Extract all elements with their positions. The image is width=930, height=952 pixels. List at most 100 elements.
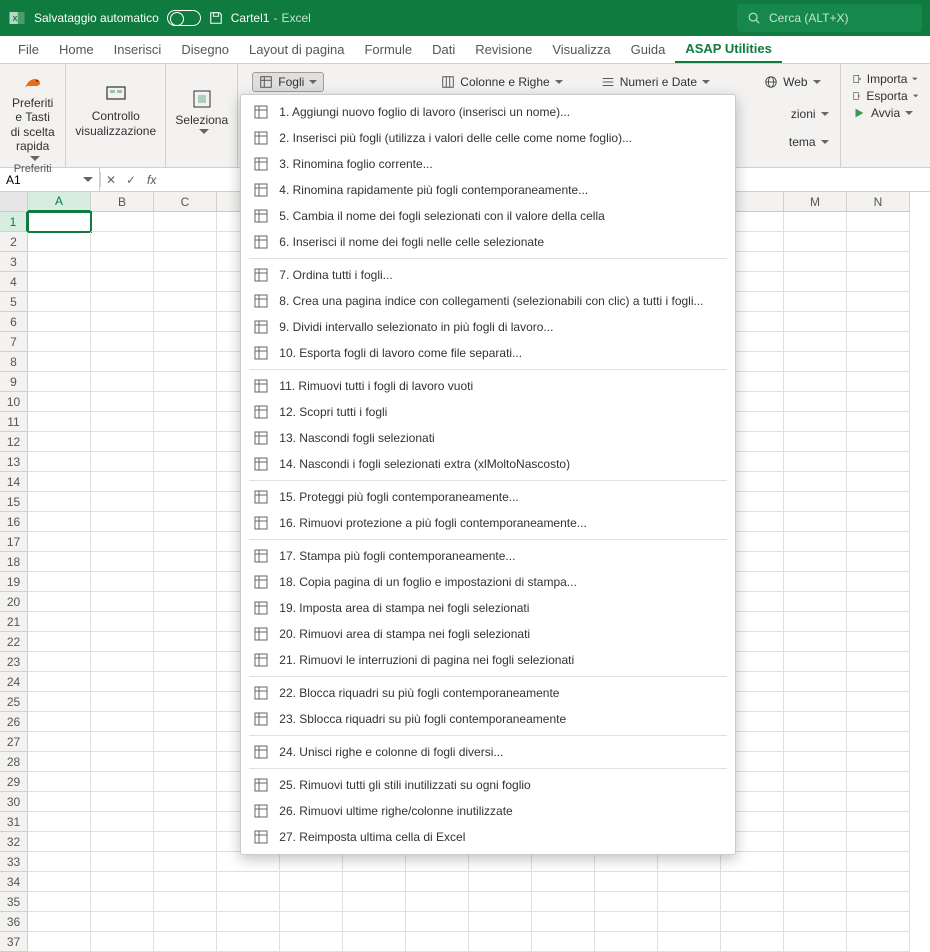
cell[interactable]	[91, 732, 154, 752]
fogli-button[interactable]: Fogli	[252, 72, 324, 92]
cell[interactable]	[28, 472, 91, 492]
cell[interactable]	[154, 792, 217, 812]
tab-visualizza[interactable]: Visualizza	[542, 36, 620, 63]
cell[interactable]	[721, 872, 784, 892]
cell[interactable]	[406, 852, 469, 872]
cell[interactable]	[784, 572, 847, 592]
cell[interactable]	[28, 932, 91, 952]
cell[interactable]	[721, 932, 784, 952]
cell[interactable]	[784, 212, 847, 232]
cell[interactable]	[784, 592, 847, 612]
cell[interactable]	[91, 852, 154, 872]
cell[interactable]	[28, 792, 91, 812]
menu-item[interactable]: 10. Esporta fogli di lavoro come file se…	[241, 340, 735, 366]
cell[interactable]	[847, 592, 910, 612]
cell[interactable]	[784, 252, 847, 272]
cell[interactable]	[784, 712, 847, 732]
cell[interactable]	[847, 752, 910, 772]
column-header[interactable]: A	[28, 192, 91, 212]
row-header[interactable]: 17	[0, 532, 28, 552]
cell[interactable]	[28, 212, 91, 232]
menu-item[interactable]: 13. Nascondi fogli selezionati	[241, 425, 735, 451]
row-header[interactable]: 37	[0, 932, 28, 952]
cell[interactable]	[847, 692, 910, 712]
cell[interactable]	[91, 552, 154, 572]
row-header[interactable]: 26	[0, 712, 28, 732]
cell[interactable]	[721, 892, 784, 912]
cell[interactable]	[28, 872, 91, 892]
tab-revisione[interactable]: Revisione	[465, 36, 542, 63]
menu-item[interactable]: 16. Rimuovi protezione a più fogli conte…	[241, 510, 735, 536]
cell[interactable]	[154, 392, 217, 412]
cell[interactable]	[91, 492, 154, 512]
cell[interactable]	[154, 892, 217, 912]
tab-home[interactable]: Home	[49, 36, 104, 63]
row-header[interactable]: 5	[0, 292, 28, 312]
row-header[interactable]: 1	[0, 212, 28, 232]
cell[interactable]	[91, 872, 154, 892]
cell[interactable]	[595, 912, 658, 932]
cell[interactable]	[784, 932, 847, 952]
cell[interactable]	[784, 432, 847, 452]
cell[interactable]	[847, 892, 910, 912]
cell[interactable]	[343, 912, 406, 932]
cell[interactable]	[343, 892, 406, 912]
cell[interactable]	[28, 632, 91, 652]
cell[interactable]	[154, 312, 217, 332]
tab-formule[interactable]: Formule	[354, 36, 422, 63]
cell[interactable]	[280, 852, 343, 872]
cell[interactable]	[91, 752, 154, 772]
menu-item[interactable]: 20. Rimuovi area di stampa nei fogli sel…	[241, 621, 735, 647]
cell[interactable]	[28, 232, 91, 252]
row-header[interactable]: 25	[0, 692, 28, 712]
cell[interactable]	[847, 332, 910, 352]
cell[interactable]	[343, 932, 406, 952]
cell[interactable]	[28, 652, 91, 672]
cell[interactable]	[217, 892, 280, 912]
row-header[interactable]: 28	[0, 752, 28, 772]
cell[interactable]	[532, 872, 595, 892]
cell[interactable]	[343, 872, 406, 892]
cell[interactable]	[532, 892, 595, 912]
menu-item[interactable]: 19. Imposta area di stampa nei fogli sel…	[241, 595, 735, 621]
cell[interactable]	[154, 852, 217, 872]
cell[interactable]	[784, 532, 847, 552]
row-header[interactable]: 32	[0, 832, 28, 852]
cell[interactable]	[847, 732, 910, 752]
cell[interactable]	[91, 792, 154, 812]
cell[interactable]	[847, 312, 910, 332]
column-header[interactable]: B	[91, 192, 154, 212]
tab-inserisci[interactable]: Inserisci	[104, 36, 172, 63]
cell[interactable]	[91, 392, 154, 412]
row-header[interactable]: 2	[0, 232, 28, 252]
cell[interactable]	[658, 892, 721, 912]
cell[interactable]	[154, 212, 217, 232]
cell[interactable]	[91, 212, 154, 232]
colonne-button[interactable]: Colonne e Righe	[434, 72, 569, 92]
menu-item[interactable]: 21. Rimuovi le interruzioni di pagina ne…	[241, 647, 735, 673]
cell[interactable]	[91, 912, 154, 932]
cell[interactable]	[784, 412, 847, 432]
cell[interactable]	[154, 412, 217, 432]
chevron-down-icon[interactable]	[83, 177, 93, 182]
cell[interactable]	[595, 932, 658, 952]
cell[interactable]	[154, 652, 217, 672]
cell[interactable]	[406, 872, 469, 892]
cell[interactable]	[154, 692, 217, 712]
cell[interactable]	[784, 352, 847, 372]
cell[interactable]	[91, 612, 154, 632]
cell[interactable]	[847, 652, 910, 672]
cell[interactable]	[343, 852, 406, 872]
cell[interactable]	[280, 872, 343, 892]
cell[interactable]	[847, 392, 910, 412]
cell[interactable]	[847, 452, 910, 472]
row-header[interactable]: 23	[0, 652, 28, 672]
menu-item[interactable]: 8. Crea una pagina indice con collegamen…	[241, 288, 735, 314]
menu-item[interactable]: 24. Unisci righe e colonne di fogli dive…	[241, 739, 735, 765]
cell[interactable]	[91, 572, 154, 592]
cell[interactable]	[28, 392, 91, 412]
cell[interactable]	[28, 452, 91, 472]
cell[interactable]	[784, 672, 847, 692]
menu-item[interactable]: 1. Aggiungi nuovo foglio di lavoro (inse…	[241, 99, 735, 125]
cell[interactable]	[784, 452, 847, 472]
